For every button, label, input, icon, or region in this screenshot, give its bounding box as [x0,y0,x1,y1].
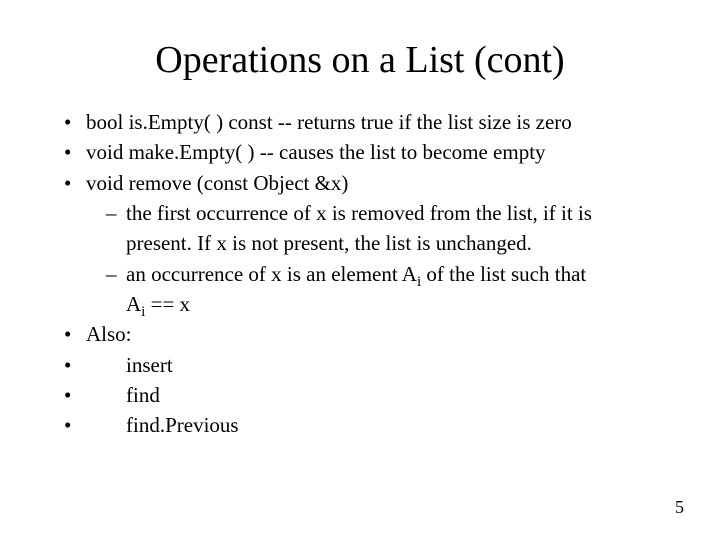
bullet-text: find [86,383,160,407]
sub-bullet-continuation: present. If x is not present, the list i… [62,229,660,257]
bullet-item: • Also: [62,320,660,348]
bullet-dot-icon: • [64,411,71,439]
bullet-dot-icon: • [64,351,71,379]
bullet-item: • void remove (const Object &x) [62,169,660,197]
bullet-dot-icon: • [64,138,71,166]
bullet-dot-icon: • [64,381,71,409]
bullet-text: Also: [86,322,132,346]
dash-icon: – [106,260,117,288]
bullet-item: • void make.Empty( ) -- causes the list … [62,138,660,166]
bullet-text: void remove (const Object &x) [86,171,348,195]
bullet-dot-icon: • [64,169,71,197]
bullet-text: void make.Empty( ) -- causes the list to… [86,140,546,164]
bullet-item: • insert [62,351,660,379]
sub-bullet-item: – an occurrence of x is an element Ai of… [62,260,660,288]
bullet-item: • find [62,381,660,409]
bullet-item: • find.Previous [62,411,660,439]
slide: Operations on a List (cont) • bool is.Em… [0,0,720,540]
sub-bullet-text: Ai == x [126,292,190,316]
bullet-text: find.Previous [86,413,239,437]
bullet-item: • bool is.Empty( ) const -- returns true… [62,108,660,136]
page-number: 5 [675,497,684,518]
slide-title: Operations on a List (cont) [0,38,720,82]
bullet-dot-icon: • [64,108,71,136]
sub-bullet-text: the first occurrence of x is removed fro… [126,201,592,225]
sub-bullet-continuation: Ai == x [62,290,660,318]
sub-bullet-item: – the first occurrence of x is removed f… [62,199,660,227]
sub-bullet-text: present. If x is not present, the list i… [126,231,532,255]
dash-icon: – [106,199,117,227]
bullet-text: insert [86,353,173,377]
sub-bullet-text: an occurrence of x is an element Ai of t… [126,262,586,286]
slide-body: • bool is.Empty( ) const -- returns true… [62,108,660,442]
bullet-text: bool is.Empty( ) const -- returns true i… [86,110,572,134]
bullet-dot-icon: • [64,320,71,348]
